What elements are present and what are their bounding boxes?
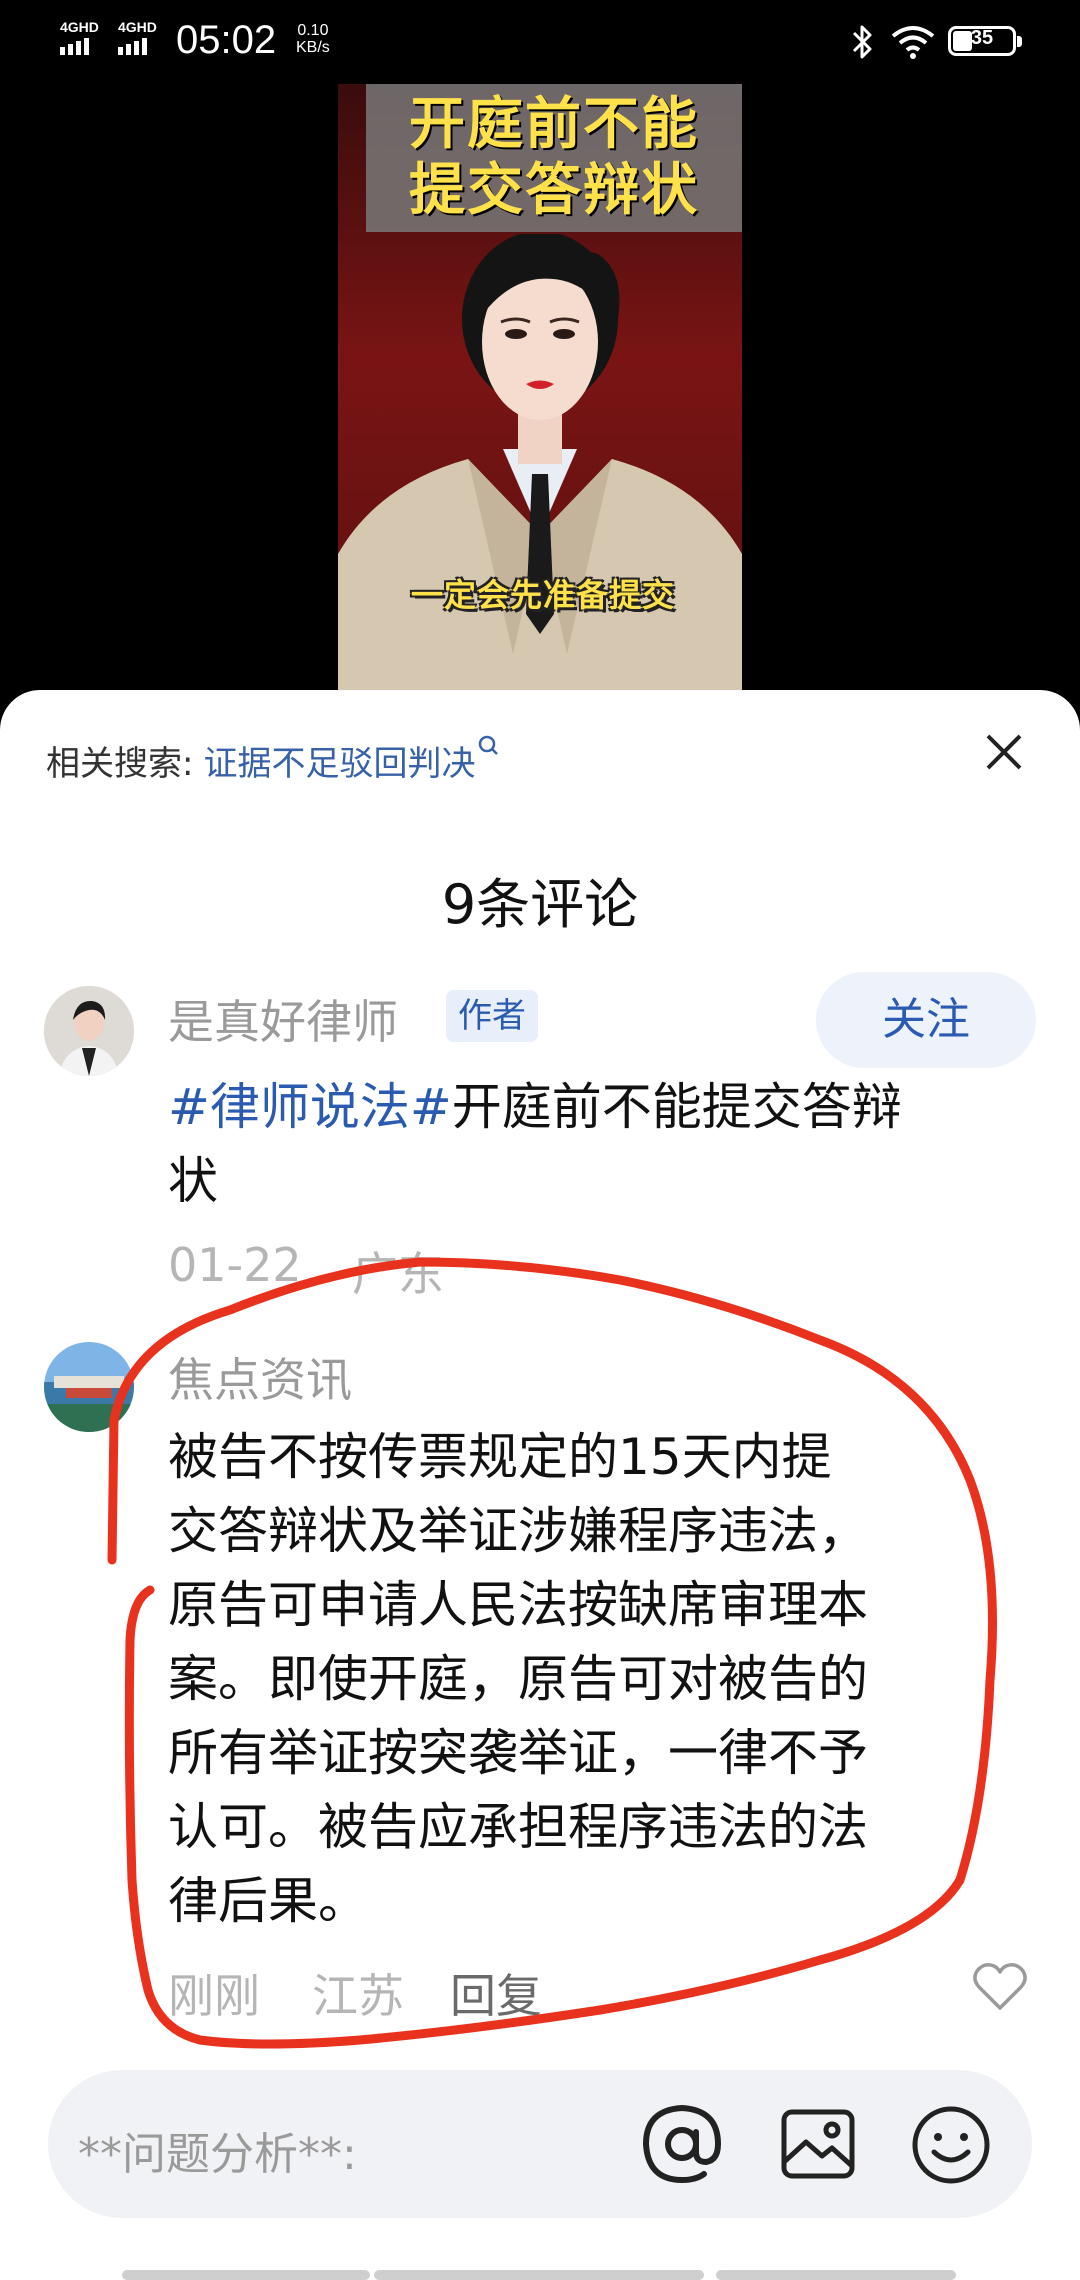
hashtag-link[interactable]: #律师说法# <box>168 1078 452 1136</box>
comment-username[interactable]: 焦点资讯 <box>168 1344 352 1410</box>
comment-count-title: 9条评论 <box>441 873 639 936</box>
comment-location: 江苏 <box>312 1969 404 2023</box>
related-search-label: 相关搜索: <box>46 744 194 784</box>
video-player[interactable]: 开庭前不能 提交答辩状 一定会先准备提交 <box>338 84 742 694</box>
comment-username[interactable]: 是真好律师 <box>168 986 398 1052</box>
network-type-label: 4GHD <box>118 19 157 35</box>
video-title: 开庭前不能 提交答辩状 <box>409 92 699 223</box>
comment-input-bar[interactable]: **问题分析**: <box>48 2070 1032 2218</box>
battery-icon: 35 <box>948 26 1022 56</box>
network-speed: 0.10 KB/s <box>296 22 330 56</box>
close-icon[interactable] <box>980 728 1028 776</box>
comment-location: 广东 <box>352 1247 444 1301</box>
at-icon[interactable] <box>640 2102 724 2186</box>
heart-icon[interactable] <box>972 1960 1028 2012</box>
avatar[interactable] <box>44 986 134 1076</box>
emoji-icon[interactable] <box>910 2104 992 2186</box>
comment-input[interactable]: **问题分析**: <box>78 2118 357 2182</box>
battery-level: 35 <box>970 27 994 49</box>
nav-indicator <box>716 2270 956 2280</box>
wifi-icon <box>891 26 935 59</box>
comment-text: 被告不按传票规定的15天内提 交答辩状及举证涉嫌程序违法， 原告可申请人民法按缺… <box>168 1428 868 1930</box>
search-icon <box>479 735 499 755</box>
nav-indicator <box>122 2270 370 2280</box>
comment-text: #律师说法#开庭前不能提交答辩 状 <box>168 1078 902 1210</box>
video-subtitle: 一定会先准备提交 <box>410 576 675 614</box>
clock: 05:02 <box>176 18 277 62</box>
author-badge: 作者 <box>446 990 538 1042</box>
image-icon[interactable] <box>778 2104 858 2184</box>
comments-sheet: 相关搜索: 证据不足驳回判决 9条评论 是真好律师 作者 关注 #律师说法#开庭… <box>0 690 1080 2280</box>
signal-indicator-2: 4GHD <box>118 20 157 55</box>
reply-button[interactable]: 回复 <box>450 1960 542 2026</box>
comment-time: 01-22 <box>168 1238 302 1292</box>
related-search[interactable]: 相关搜索: 证据不足驳回判决 <box>46 735 499 785</box>
status-bar: 4GHD 4GHD 05:02 0.10 KB/s 35 <box>0 0 1080 80</box>
network-type-label: 4GHD <box>60 19 99 35</box>
comment-time: 刚刚 <box>168 1969 260 2023</box>
related-search-query[interactable]: 证据不足驳回判决 <box>203 736 475 785</box>
nav-indicator <box>374 2270 704 2280</box>
signal-indicator-1: 4GHD <box>60 20 99 55</box>
bluetooth-icon <box>852 25 872 59</box>
follow-button[interactable]: 关注 <box>816 972 1036 1068</box>
avatar[interactable] <box>44 1342 134 1432</box>
presenter-image <box>338 234 742 694</box>
